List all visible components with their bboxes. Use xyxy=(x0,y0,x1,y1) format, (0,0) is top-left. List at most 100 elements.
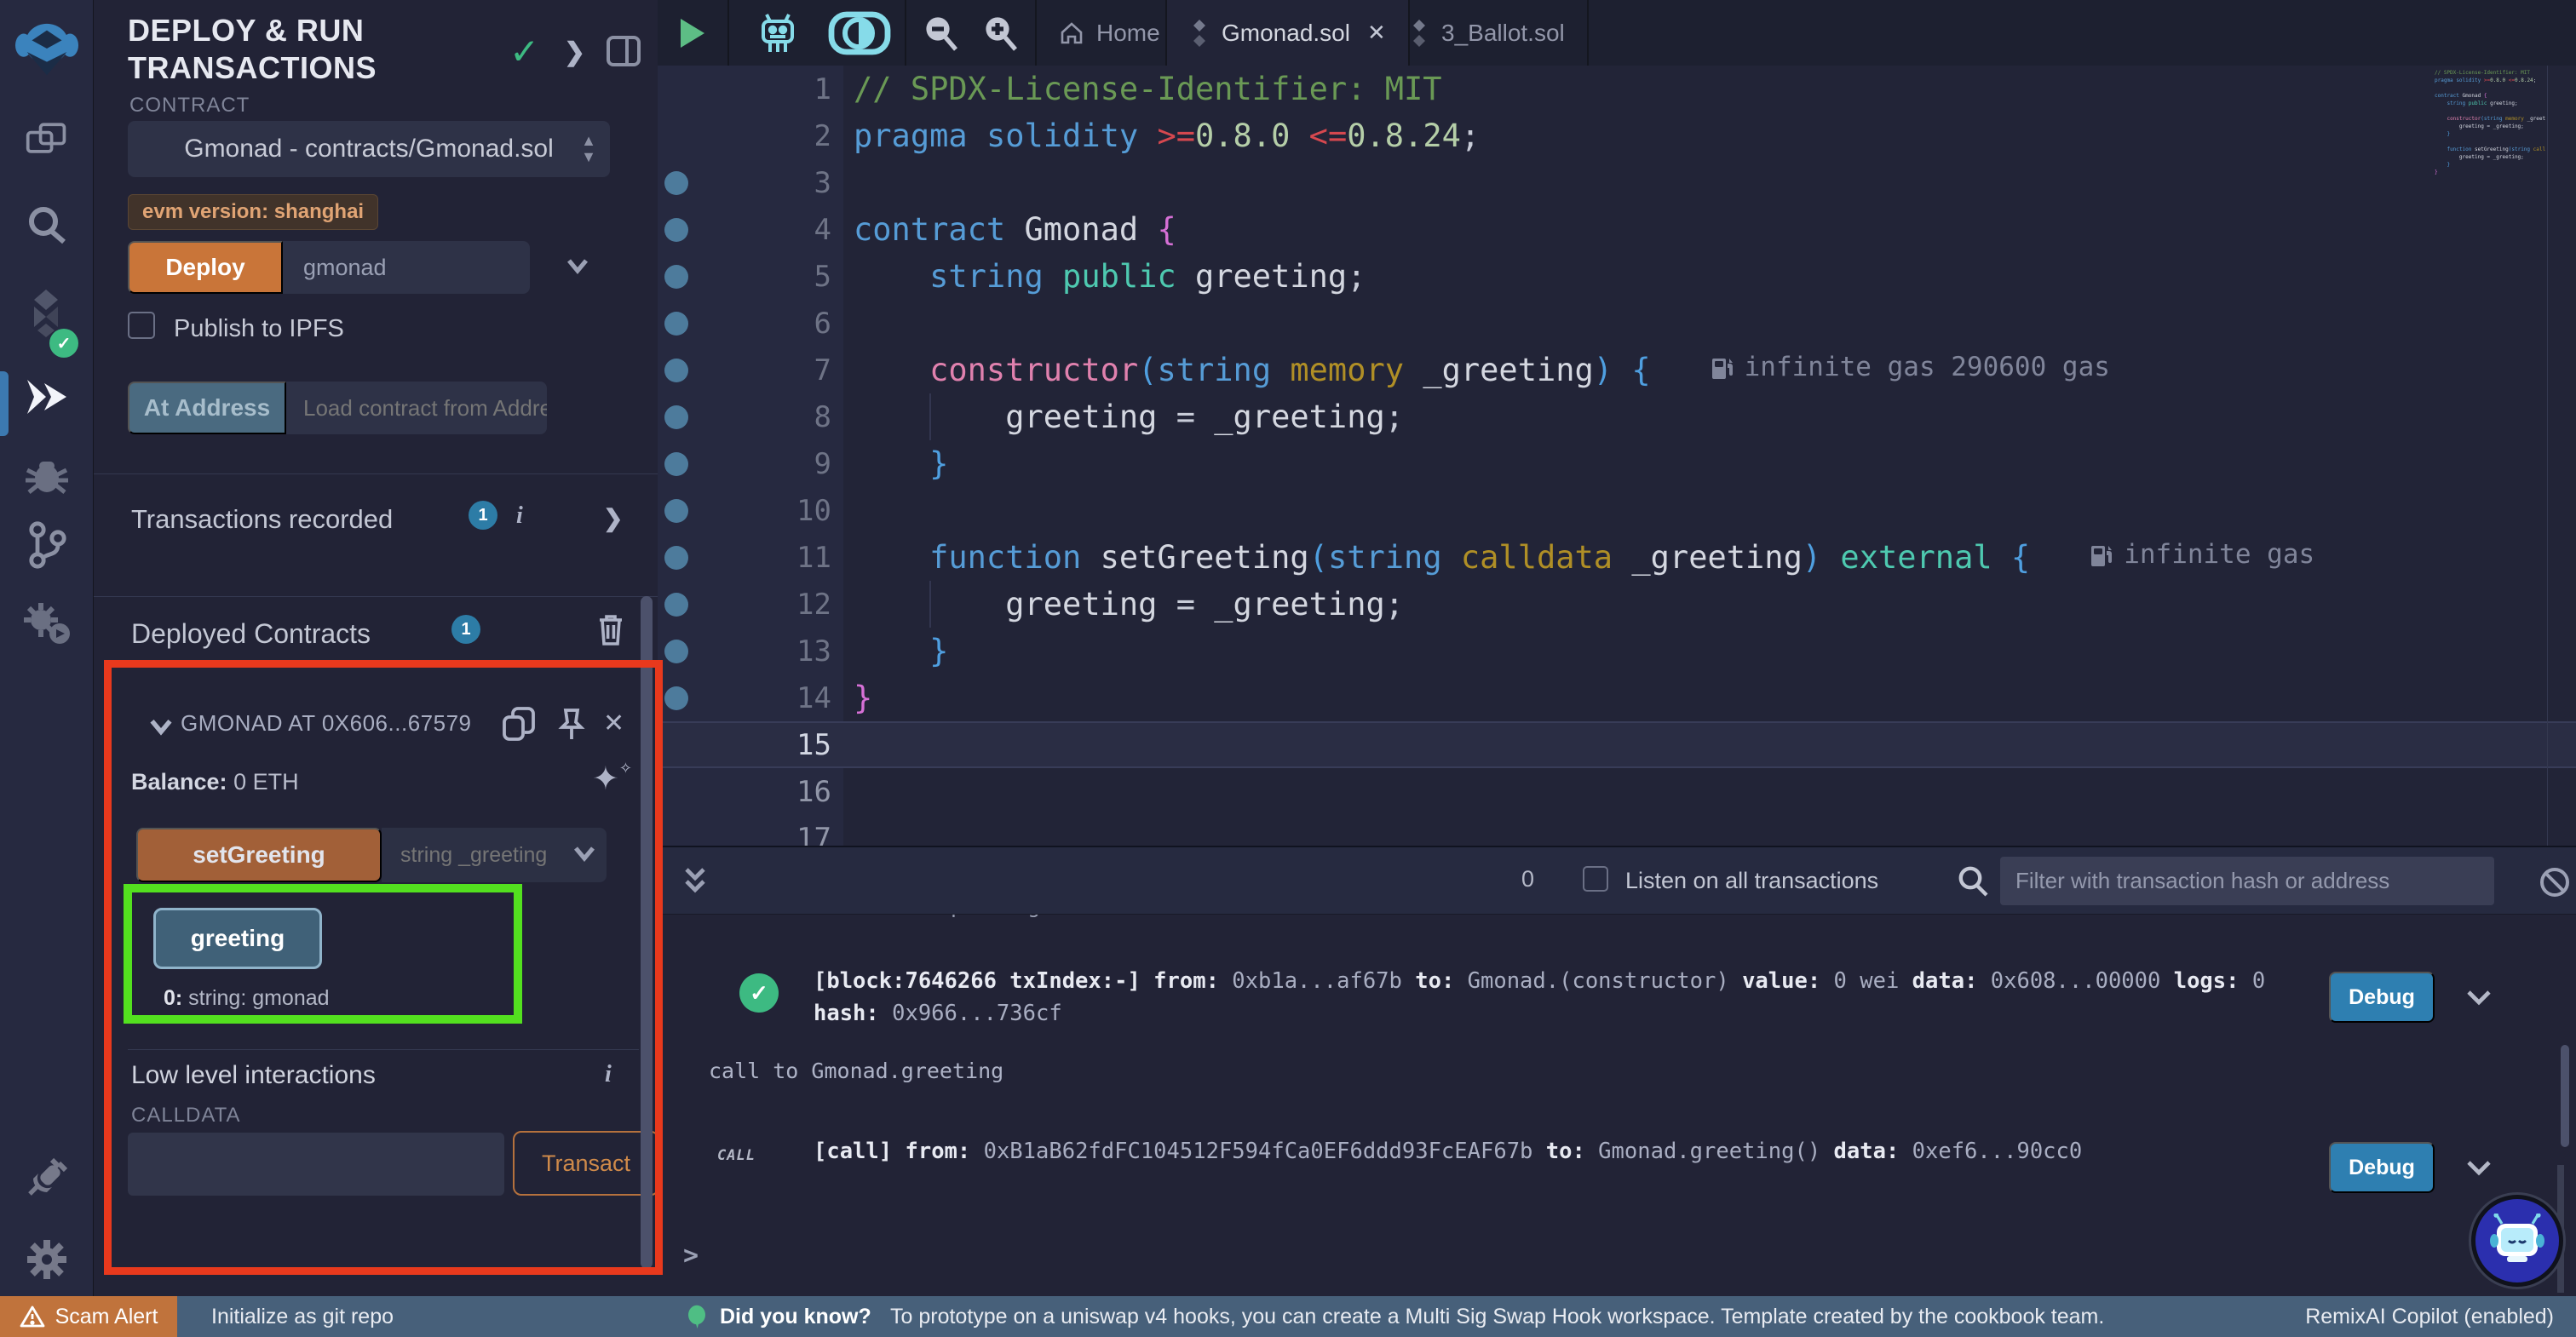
terminal-prompt[interactable]: > xyxy=(683,1241,699,1271)
deploy-run-icon[interactable] xyxy=(0,373,94,421)
pin-contract-icon[interactable] xyxy=(554,705,589,743)
file-explorer-icon[interactable] xyxy=(0,119,94,158)
divider xyxy=(94,473,658,474)
debug-button[interactable]: Debug xyxy=(2329,972,2435,1023)
expand-entry-icon[interactable] xyxy=(2460,1149,2498,1186)
line-number: 11 xyxy=(695,541,831,575)
minimap-line: greeting = _greeting; xyxy=(2435,123,2545,130)
gutter-dot-col xyxy=(658,312,695,336)
transactions-expand-icon[interactable]: ❯ xyxy=(603,504,623,532)
pin-panel-icon[interactable] xyxy=(605,34,642,68)
set-greeting-expand-icon[interactable] xyxy=(567,836,601,870)
at-address-input[interactable] xyxy=(286,382,547,434)
panel-scrollbar[interactable] xyxy=(641,596,653,1269)
deployed-contracts-badge: 1 xyxy=(451,615,480,644)
terminal-expand-icon[interactable] xyxy=(678,863,712,900)
greeting-button[interactable]: greeting xyxy=(153,908,322,969)
gutter-dot[interactable] xyxy=(664,405,688,429)
publish-ipfs-checkbox[interactable] xyxy=(128,312,155,339)
tab-3-ballot-sol[interactable]: 3_Ballot.sol xyxy=(1387,0,1589,66)
gutter-dot-col xyxy=(658,640,695,663)
git-init-button[interactable]: Initialize as git repo xyxy=(211,1305,394,1329)
close-tab-icon[interactable]: ✕ xyxy=(1367,20,1386,46)
at-address-button[interactable]: At Address xyxy=(128,382,286,434)
minimap-line xyxy=(2435,84,2545,92)
contract-card-collapse-icon[interactable] xyxy=(143,709,179,744)
remixai-robot-icon[interactable] xyxy=(756,9,799,57)
code-line-17: 17 xyxy=(658,815,2576,846)
gutter-dot[interactable] xyxy=(664,546,688,570)
close-contract-icon[interactable]: ✕ xyxy=(603,709,624,738)
trash-icon[interactable] xyxy=(595,611,627,647)
tx-log-text[interactable]: [block:7646266 txIndex:-] from: 0xb1a...… xyxy=(814,965,2313,1030)
deploy-args-input[interactable] xyxy=(283,241,530,294)
gutter-dot[interactable] xyxy=(664,312,688,336)
gutter-dot[interactable] xyxy=(664,171,688,195)
zoom-out-icon[interactable] xyxy=(922,14,959,53)
remix-logo-icon[interactable] xyxy=(0,19,94,82)
run-script-button[interactable] xyxy=(658,0,729,66)
copy-address-icon[interactable] xyxy=(501,705,537,743)
copilot-status[interactable]: RemixAI Copilot (enabled) xyxy=(2305,1305,2554,1329)
gutter-dot[interactable] xyxy=(664,452,688,476)
terminal-toolbar: 0 Listen on all transactions xyxy=(658,847,2576,915)
tab-home[interactable]: Home xyxy=(1037,0,1184,66)
expand-entry-icon[interactable] xyxy=(2460,978,2498,1016)
terminal-search-icon[interactable] xyxy=(1956,864,1990,898)
code-line-10: 10 xyxy=(658,487,2576,534)
solidity-compiler-icon[interactable] xyxy=(0,286,94,337)
minimap-line: constructor(string memory _greeting) { i… xyxy=(2435,115,2545,123)
ai-sparkles-icon[interactable]: ✦✧ xyxy=(592,760,632,798)
zoom-in-icon[interactable] xyxy=(981,14,1019,53)
minimap-line xyxy=(2435,138,2545,146)
transaction-filter-input[interactable] xyxy=(2000,857,2494,905)
gutter-dot[interactable] xyxy=(664,218,688,242)
set-greeting-button[interactable]: setGreeting xyxy=(136,828,382,882)
debug-button[interactable]: Debug xyxy=(2329,1142,2435,1193)
low-level-info-icon[interactable]: i xyxy=(605,1061,612,1088)
gutter-dot[interactable] xyxy=(664,359,688,382)
gutter-dot-col xyxy=(658,593,695,617)
gutter-dot[interactable] xyxy=(664,593,688,617)
terminal-scrollbar[interactable] xyxy=(2561,1045,2569,1147)
plugin-settings-icon[interactable] xyxy=(0,601,94,646)
copilot-toggle-icon[interactable] xyxy=(828,9,891,57)
code-area[interactable]: 1// SPDX-License-Identifier: MIT2pragma … xyxy=(658,66,2576,846)
gutter-dot-col xyxy=(658,405,695,429)
debugger-icon[interactable] xyxy=(0,456,94,497)
gutter-dot[interactable] xyxy=(664,640,688,663)
tx-log-text[interactable]: [call] from: 0xB1aB62fdFC104512F594fCa0E… xyxy=(814,1135,2313,1168)
gutter-dot[interactable] xyxy=(664,265,688,289)
panel-collapse-icon[interactable]: ❯ xyxy=(564,37,585,67)
tab-gmonad-sol[interactable]: Gmonad.sol✕ xyxy=(1165,0,1410,66)
gutter-dot-col xyxy=(658,499,695,523)
deployed-contracts-label: Deployed Contracts xyxy=(131,618,371,650)
settings-gear-icon[interactable] xyxy=(0,1237,94,1282)
minimap[interactable]: // SPDX-License-Identifier: MITpragma so… xyxy=(2435,69,2545,282)
code-line-1: 1// SPDX-License-Identifier: MIT xyxy=(658,66,2576,112)
code-text: // SPDX-License-Identifier: MIT xyxy=(831,71,1442,107)
calldata-input[interactable] xyxy=(128,1133,504,1196)
line-number: 12 xyxy=(695,588,831,622)
transact-button[interactable]: Transact xyxy=(513,1131,659,1196)
scam-alert-button[interactable]: Scam Alert xyxy=(0,1296,177,1337)
code-line-7: 7 constructor(string memory _greeting) {… xyxy=(658,347,2576,393)
transactions-info-icon[interactable]: i xyxy=(516,502,523,530)
gutter-dot[interactable] xyxy=(664,686,688,710)
gutter-dot-col xyxy=(658,452,695,476)
plugin-manager-icon[interactable] xyxy=(0,1153,94,1201)
line-number: 13 xyxy=(695,634,831,668)
clear-console-icon[interactable] xyxy=(2539,866,2571,898)
remixai-assistant-button[interactable] xyxy=(2469,1192,2566,1289)
contract-select[interactable]: Gmonad - contracts/Gmonad.sol ▲▼ xyxy=(128,121,610,177)
tip-text: To prototype on a uniswap v4 hooks, you … xyxy=(890,1305,2104,1329)
search-icon[interactable] xyxy=(0,204,94,247)
code-line-6: 6 xyxy=(658,300,2576,347)
listen-all-checkbox[interactable] xyxy=(1583,866,1608,892)
deploy-expand-chevron-icon[interactable] xyxy=(561,249,595,283)
minimap-line: } xyxy=(2435,161,2545,169)
deploy-button[interactable]: Deploy xyxy=(128,241,283,294)
git-icon[interactable] xyxy=(0,521,94,569)
gutter-dot-col xyxy=(658,265,695,289)
gutter-dot[interactable] xyxy=(664,499,688,523)
